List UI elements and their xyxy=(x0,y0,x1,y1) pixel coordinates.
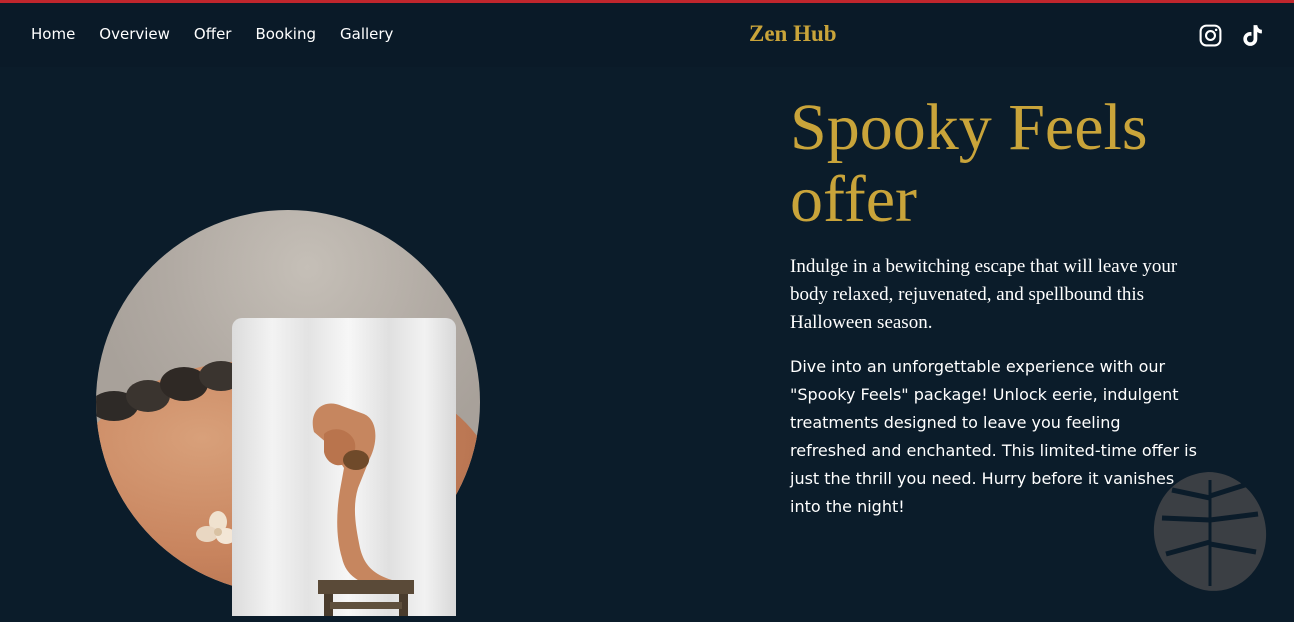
nav-link-booking[interactable]: Booking xyxy=(255,25,316,43)
hero-body-text: Dive into an unforgettable experience wi… xyxy=(790,357,1197,516)
nav-link-gallery[interactable]: Gallery xyxy=(340,25,393,43)
nav-links: Home Overview Offer Booking Gallery xyxy=(31,25,417,43)
navbar: Home Overview Offer Booking Gallery Zen … xyxy=(0,3,1294,67)
hero-title: Spooky Feels offer xyxy=(790,91,1148,236)
nav-link-offer[interactable]: Offer xyxy=(194,25,232,43)
leg-curtain-image xyxy=(232,318,456,616)
instagram-icon[interactable] xyxy=(1198,23,1223,48)
brand-logo[interactable]: Zen Hub xyxy=(749,21,837,47)
monstera-leaf-icon xyxy=(1153,472,1267,591)
nav-link-overview[interactable]: Overview xyxy=(99,25,170,43)
hero-intro-text: Indulge in a bewitching escape that will… xyxy=(790,256,1178,333)
nav-link-home[interactable]: Home xyxy=(31,25,75,43)
tiktok-icon[interactable] xyxy=(1240,23,1265,48)
social-links xyxy=(1198,23,1265,48)
leg-scene-graphic xyxy=(312,403,414,616)
